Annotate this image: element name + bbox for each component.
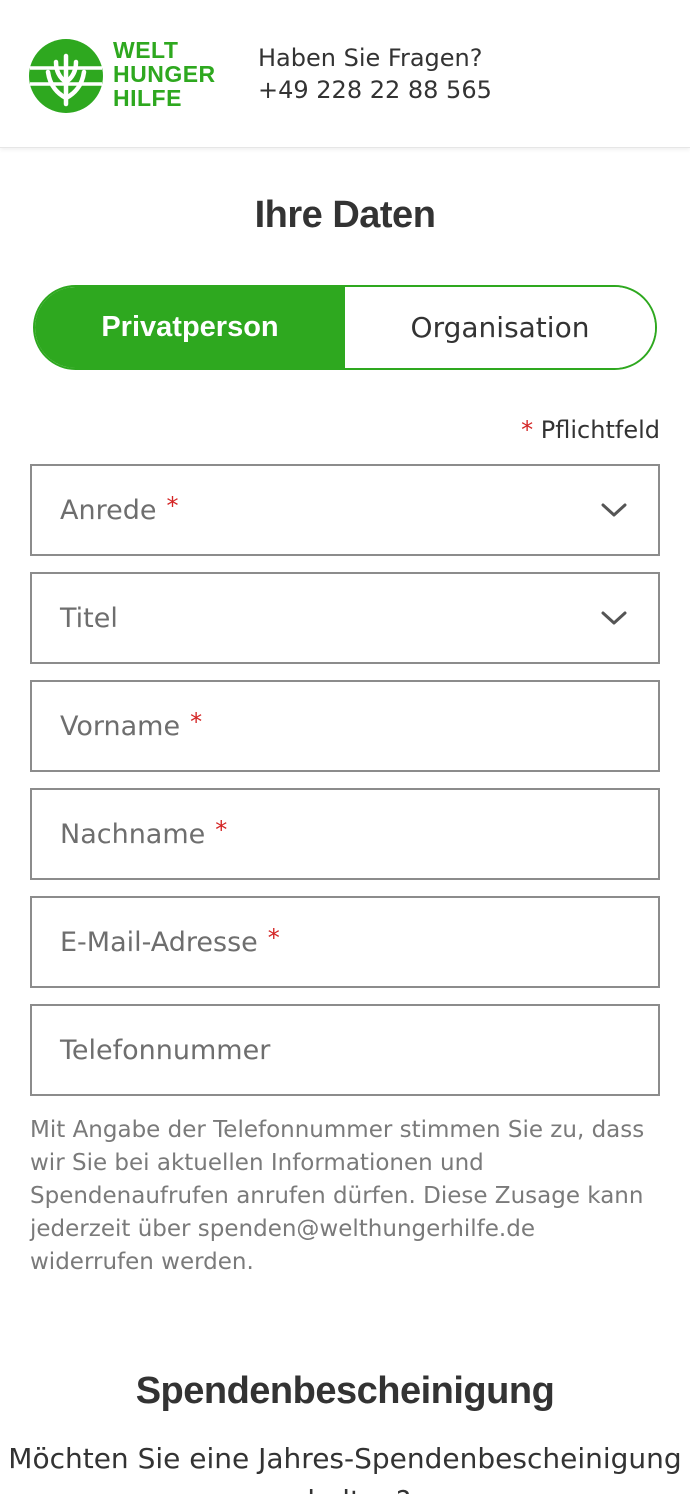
phone-consent-text: Mit Angabe der Telefonnummer stimmen Sie… xyxy=(30,1117,645,1275)
logo-line-2: HUNGER xyxy=(113,61,216,87)
chevron-down-icon xyxy=(601,611,627,625)
welthungerhilfe-logo[interactable]: WELT HUNGER HILFE xyxy=(28,38,218,114)
section-title-personal: Ihre Daten xyxy=(254,194,436,236)
required-label: Pflichtfeld xyxy=(540,416,660,444)
salutation-placeholder: Anrede xyxy=(60,494,157,526)
receipt-question: Möchten Sie eine Jahres-Spendenbescheini… xyxy=(8,1442,682,1494)
wheat-globe-icon xyxy=(29,39,103,113)
email-placeholder: E-Mail-Adresse xyxy=(60,926,258,958)
required-star: * xyxy=(215,816,228,844)
logo-line-3: HILFE xyxy=(113,85,182,111)
last-name-placeholder: Nachname xyxy=(60,818,206,850)
section-title-receipt: Spendenbescheinigung xyxy=(135,1370,555,1412)
email-field[interactable]: E-Mail-Adresse * xyxy=(30,896,660,988)
site-header: WELT HUNGER HILFE Haben Sie Fragen? +49 … xyxy=(0,0,690,148)
first-name-placeholder: Vorname xyxy=(60,710,181,742)
title-placeholder: Titel xyxy=(60,602,118,634)
required-star: * xyxy=(521,416,534,444)
phone-field[interactable]: Telefonnummer xyxy=(30,1004,660,1096)
toggle-privatperson[interactable]: Privatperson xyxy=(35,287,345,368)
required-star: * xyxy=(190,708,203,736)
phone-placeholder: Telefonnummer xyxy=(60,1034,271,1066)
contact-phone-link[interactable]: +49 228 22 88 565 xyxy=(258,74,492,106)
donor-type-toggle: Privatperson Organisation xyxy=(33,285,657,370)
required-star: * xyxy=(166,492,179,520)
salutation-select[interactable]: Anrede * xyxy=(30,464,660,556)
required-star: * xyxy=(267,924,280,952)
contact-question: Haben Sie Fragen? xyxy=(258,44,483,72)
logo-line-1: WELT xyxy=(113,37,179,63)
chevron-down-icon xyxy=(601,503,627,517)
last-name-field[interactable]: Nachname * xyxy=(30,788,660,880)
logo-wordmark: WELT HUNGER HILFE xyxy=(113,38,216,110)
required-field-note: * Pflichtfeld xyxy=(521,416,660,444)
toggle-organisation[interactable]: Organisation xyxy=(345,287,655,368)
title-select[interactable]: Titel xyxy=(30,572,660,664)
contact-info: Haben Sie Fragen? +49 228 22 88 565 xyxy=(258,42,492,106)
first-name-field[interactable]: Vorname * xyxy=(30,680,660,772)
